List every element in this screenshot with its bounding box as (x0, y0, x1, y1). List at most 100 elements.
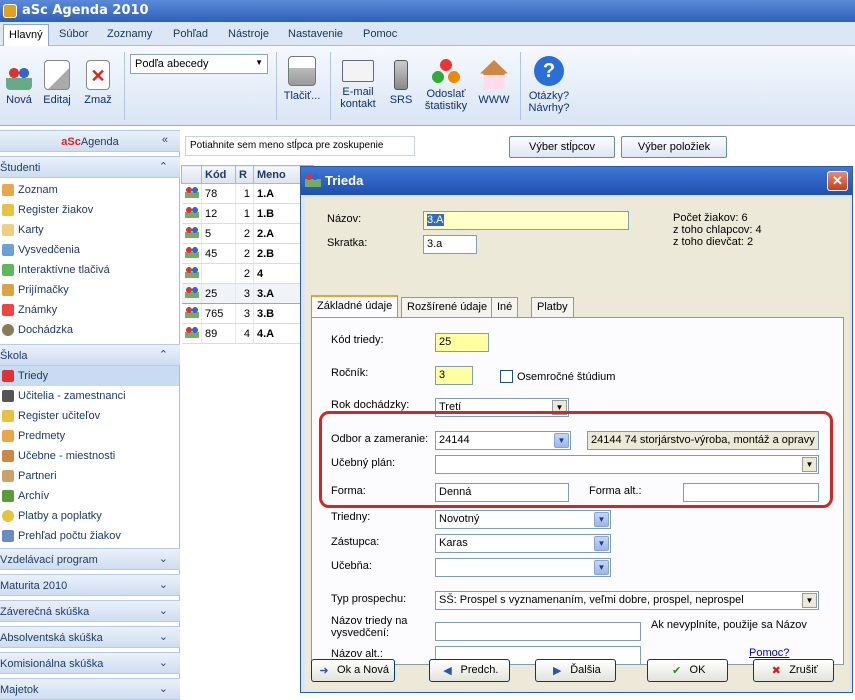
group-by-panel[interactable]: Potiahnite sem meno stĺpca pre zoskupeni… (185, 136, 415, 156)
email-button[interactable]: E-mail kontakt (336, 60, 380, 110)
name-input[interactable]: 3.A (423, 211, 629, 230)
group-hint-text: Potiahnite sem meno stĺpca pre zoskupeni… (190, 140, 384, 151)
table-row-selected[interactable]: 25 3 3.A (181, 283, 314, 304)
section-komisionalna[interactable]: Komisionálna skúška ⌄ (0, 652, 180, 674)
column-header-r[interactable]: R (235, 165, 254, 184)
sidebar-item-ucebne[interactable]: Učebne - miestnosti (0, 446, 179, 466)
arrow-right-icon: ▶ (552, 665, 562, 677)
help-link[interactable]: Pomoc? (749, 647, 789, 659)
chevron-up-icon: ⌃ (158, 349, 168, 361)
section-majetok[interactable]: Majetok ⌄ (0, 678, 180, 700)
new-label: Nová (6, 94, 32, 106)
tab-subor[interactable]: Súbor (59, 28, 88, 40)
help-button[interactable]: ? Otázky? Návrhy? (526, 56, 572, 114)
tab-basic[interactable]: Základné údaje (311, 295, 399, 318)
collapse-icon[interactable]: « (162, 134, 168, 146)
ok-and-new-button[interactable]: ➜ Ok a Nová (311, 659, 395, 682)
print-label: Tlačiť... (283, 90, 321, 102)
deputy-select[interactable]: Karas ▼ (435, 534, 611, 553)
close-button[interactable]: ✕ (827, 171, 848, 191)
sidebar-brand: aScAgenda « (0, 130, 180, 152)
form-alt-input[interactable] (683, 483, 819, 502)
room-select[interactable]: ▼ (435, 558, 611, 577)
section-maturita[interactable]: Maturita 2010 ⌄ (0, 574, 180, 596)
edit-button[interactable]: Editaj (40, 60, 74, 106)
table-row[interactable]: 12 1 1.B (181, 203, 314, 224)
list-icon (2, 184, 14, 196)
tab-hlavny[interactable]: Hlavný (3, 24, 49, 46)
sidebar-item-znamky[interactable]: Známky (0, 300, 179, 320)
year-input[interactable]: 3 (435, 366, 473, 385)
ok-button[interactable]: ✔ OK (647, 659, 728, 682)
cell-kod: 12 (201, 203, 236, 224)
section-absolventska[interactable]: Absolventská skúška ⌄ (0, 626, 180, 648)
sidebar-item-platby[interactable]: Platby a poplatky (0, 506, 179, 526)
table-row[interactable]: 45 2 2.B (181, 243, 314, 264)
coins-icon (2, 510, 14, 522)
sort-select[interactable]: Podľa abecedy ▼ (130, 54, 268, 74)
sidebar-item-predmety[interactable]: Predmety (0, 426, 179, 446)
short-input[interactable]: 3.a (423, 235, 477, 254)
section-vzdelavaci-program[interactable]: Vzdelávací program ⌄ (0, 548, 180, 570)
print-button[interactable]: Tlačiť... (282, 56, 322, 102)
hand-icon (2, 284, 14, 296)
form-input[interactable]: Denná (435, 483, 569, 502)
ribbon-separator (276, 52, 277, 120)
sidebar-item-zoznam[interactable]: Zoznam (0, 180, 179, 200)
cell-kod: 89 (201, 323, 236, 344)
tab-extended[interactable]: Rozšírené údaje (401, 297, 494, 317)
sidebar-item-register-ucitelov[interactable]: Register učiteľov (0, 406, 179, 426)
table-row[interactable]: 765 3 3.B (181, 303, 314, 324)
table-row[interactable]: 78 1 1.A (181, 183, 314, 204)
tab-zoznamy[interactable]: Zoznamy (107, 28, 152, 40)
sidebar-item-prehlad[interactable]: Prehľad počtu žiakov (0, 526, 179, 546)
tab-other[interactable]: Iné (491, 297, 519, 317)
eight-year-checkbox[interactable] (500, 370, 513, 383)
srs-button[interactable]: SRS (388, 60, 414, 106)
tab-payments[interactable]: Platby (531, 297, 574, 317)
table-row[interactable]: 89 4 4.A (181, 323, 314, 344)
cell-r: 1 (235, 203, 254, 224)
table-row[interactable]: 24 (181, 263, 314, 284)
sidebar-item-dochadzka[interactable]: Dochádzka (0, 320, 179, 340)
section-school[interactable]: Škola ⌃ (0, 344, 180, 366)
field-select[interactable]: 24144 ▼ (435, 431, 571, 450)
table-row[interactable]: 5 2 2.A (181, 223, 314, 244)
cert-name-input[interactable] (435, 622, 641, 641)
section-students[interactable]: Študenti ⌃ (0, 156, 180, 178)
teacher-select[interactable]: Novotný ▼ (435, 510, 611, 529)
sidebar-item-interaktivne-tlaciva[interactable]: Interaktívne tlačivá (0, 260, 179, 280)
new-button[interactable]: Nová (4, 64, 34, 106)
cancel-button[interactable]: ✖ Zrušiť (753, 659, 834, 682)
next-button[interactable]: ▶ Ďalšia (535, 659, 616, 682)
sidebar-item-ucitelia[interactable]: Učitelia - zamestnanci (0, 386, 179, 406)
send-stats-button[interactable]: Odoslať štatistiky (422, 58, 470, 112)
previous-button[interactable]: ◀ Predch. (429, 659, 510, 682)
sidebar-item-partneri[interactable]: Partneri (0, 466, 179, 486)
www-button[interactable]: WWW (476, 60, 512, 106)
column-header-kod[interactable]: Kód (201, 165, 236, 184)
tab-nastroje[interactable]: Nástroje (228, 28, 269, 40)
select-items-button[interactable]: Výber položiek (621, 136, 727, 158)
ok-label: OK (689, 664, 706, 676)
sidebar-item-vysvedcenia[interactable]: Vysvedčenia (0, 240, 179, 260)
tab-pomoc[interactable]: Pomoc (363, 28, 397, 40)
window-title: aSc Agenda 2010 (22, 3, 149, 18)
tab-nastavenie[interactable]: Nastavenie (288, 28, 343, 40)
sidebar-item-label: Vysvedčenia (18, 244, 80, 256)
column-header-icon[interactable] (181, 165, 202, 184)
sidebar-item-archiv[interactable]: Archív (0, 486, 179, 506)
sidebar-item-karty[interactable]: Karty (0, 220, 179, 240)
sidebar-item-label: Archív (18, 490, 50, 502)
section-zaverecna[interactable]: Záverečná skúška ⌄ (0, 600, 180, 622)
sidebar-item-triedy[interactable]: Triedy (0, 366, 179, 386)
sidebar-item-register-ziakov[interactable]: Register žiakov (0, 200, 179, 220)
delete-button[interactable]: ✕ Zmaž (82, 60, 114, 106)
sidebar-item-prijimacky[interactable]: Prijímačky (0, 280, 179, 300)
tab-pohlad[interactable]: Pohľad (173, 28, 208, 40)
grade-type-select[interactable]: SŠ: Prospel s vyznamenaním, veľmi dobre,… (435, 591, 819, 610)
select-columns-button[interactable]: Výber stĺpcov (509, 136, 615, 158)
menu-bar: Hlavný Súbor Zoznamy Pohľad Nástroje Nas… (0, 22, 855, 46)
plan-select[interactable]: ▼ (435, 455, 819, 474)
code-input[interactable]: 25 (435, 333, 489, 352)
